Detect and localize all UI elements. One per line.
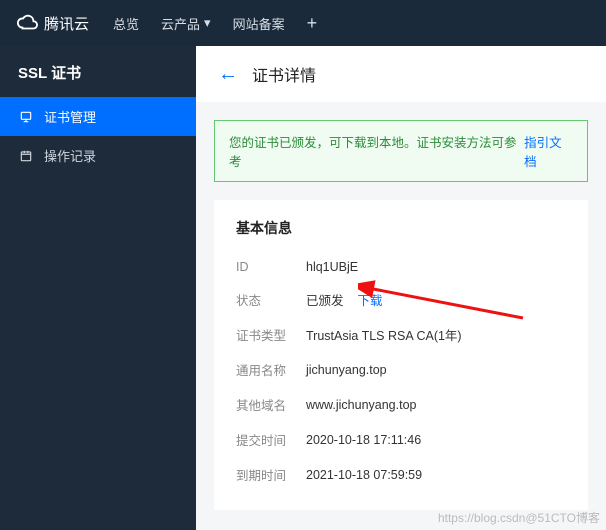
cloud-icon	[16, 12, 38, 34]
download-link[interactable]: 下载	[358, 290, 383, 309]
label-submitted: 提交时间	[236, 430, 306, 449]
label-other: 其他域名	[236, 395, 306, 414]
value-cn: jichunyang.top	[306, 363, 387, 377]
chevron-down-icon: ▾	[204, 15, 211, 31]
value-id: hlq1UBjE	[306, 260, 358, 274]
label-cn: 通用名称	[236, 360, 306, 379]
nav-overview[interactable]: 总览	[113, 14, 139, 33]
topbar: 腾讯云 总览 云产品 ▾ 网站备案 +	[0, 0, 606, 46]
back-arrow-icon[interactable]: ←	[218, 63, 238, 86]
value-type: TrustAsia TLS RSA CA(1年)	[306, 325, 462, 344]
basic-info-card: 基本信息 ID hlq1UBjE 状态 已颁发 下载 证书类型 TrustAsi…	[214, 200, 588, 510]
main: ← 证书详情 您的证书已颁发，可下载到本地。证书安装方法可参考 指引文档 基本信…	[196, 46, 606, 530]
value-submitted: 2020-10-18 17:11:46	[306, 433, 421, 447]
label-expires: 到期时间	[236, 465, 306, 484]
row-id: ID hlq1UBjE	[236, 252, 566, 282]
nav-products[interactable]: 云产品 ▾	[161, 14, 211, 33]
page-header: ← 证书详情	[196, 46, 606, 102]
sidebar-item-op-log[interactable]: 操作记录	[0, 136, 196, 175]
success-alert: 您的证书已颁发，可下载到本地。证书安装方法可参考 指引文档	[214, 120, 588, 182]
sidebar: SSL 证书 证书管理 操作记录	[0, 46, 196, 530]
nav-add-icon[interactable]: +	[307, 14, 318, 32]
brand-text: 腾讯云	[44, 13, 89, 34]
nav-products-label: 云产品	[161, 14, 200, 33]
alert-text: 您的证书已颁发，可下载到本地。证书安装方法可参考	[229, 132, 522, 170]
alert-doc-link[interactable]: 指引文档	[524, 132, 573, 170]
row-cn: 通用名称 jichunyang.top	[236, 352, 566, 387]
section-title: 基本信息	[236, 218, 566, 238]
row-expires: 到期时间 2021-10-18 07:59:59	[236, 457, 566, 492]
sidebar-title: SSL 证书	[0, 46, 196, 97]
sidebar-item-label: 操作记录	[44, 146, 96, 165]
label-status: 状态	[236, 290, 306, 309]
sidebar-item-cert-manage[interactable]: 证书管理	[0, 97, 196, 136]
brand-logo[interactable]: 腾讯云	[16, 12, 89, 34]
calendar-icon	[18, 148, 34, 164]
nav-beian[interactable]: 网站备案	[233, 14, 285, 33]
row-other: 其他域名 www.jichunyang.top	[236, 387, 566, 422]
row-submitted: 提交时间 2020-10-18 17:11:46	[236, 422, 566, 457]
label-type: 证书类型	[236, 325, 306, 344]
row-type: 证书类型 TrustAsia TLS RSA CA(1年)	[236, 317, 566, 352]
value-expires: 2021-10-18 07:59:59	[306, 468, 422, 482]
label-id: ID	[236, 260, 306, 274]
row-status: 状态 已颁发 下载	[236, 282, 566, 317]
page-title: 证书详情	[252, 62, 316, 86]
cert-icon	[18, 109, 34, 125]
sidebar-item-label: 证书管理	[44, 107, 96, 126]
value-other: www.jichunyang.top	[306, 398, 416, 412]
value-status: 已颁发	[306, 290, 344, 309]
